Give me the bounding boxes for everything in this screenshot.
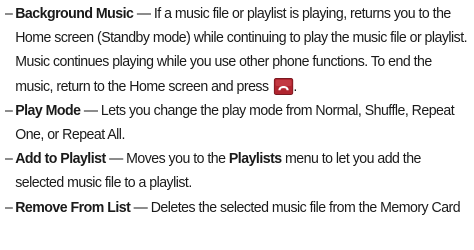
list-item-remove-from-list: – Remove From List — Deletes the selected… [5,196,470,220]
document-body: – Background Music — If a music file or p… [5,2,470,220]
term-background-music: Background Music [15,5,134,22]
list-dash: – [5,150,13,168]
list-dash: – [5,5,13,22]
description: Moves you to the [126,150,229,168]
list-dash: – [5,101,13,119]
list-item-background-music: – Background Music — If a music file or p… [5,2,470,99]
separator: — [133,5,154,22]
end-key-icon [273,77,294,95]
separator: — [80,101,101,119]
separator: — [105,150,127,168]
description-tail: . [293,77,297,95]
list-item-add-to-playlist: – Add to Playlist — Moves you to the Play… [5,147,470,195]
list-item-play-mode: – Play Mode — Lets you change the play mo… [5,99,470,147]
separator: — [130,198,151,216]
term-remove-from-list: Remove From List [15,198,131,216]
term-play-mode: Play Mode [15,101,81,119]
list-dash: – [5,198,13,216]
term-playlists: Playlists [228,150,282,168]
description: Deletes the selected music file from the… [150,198,461,216]
term-add-to-playlist: Add to Playlist [15,150,106,168]
